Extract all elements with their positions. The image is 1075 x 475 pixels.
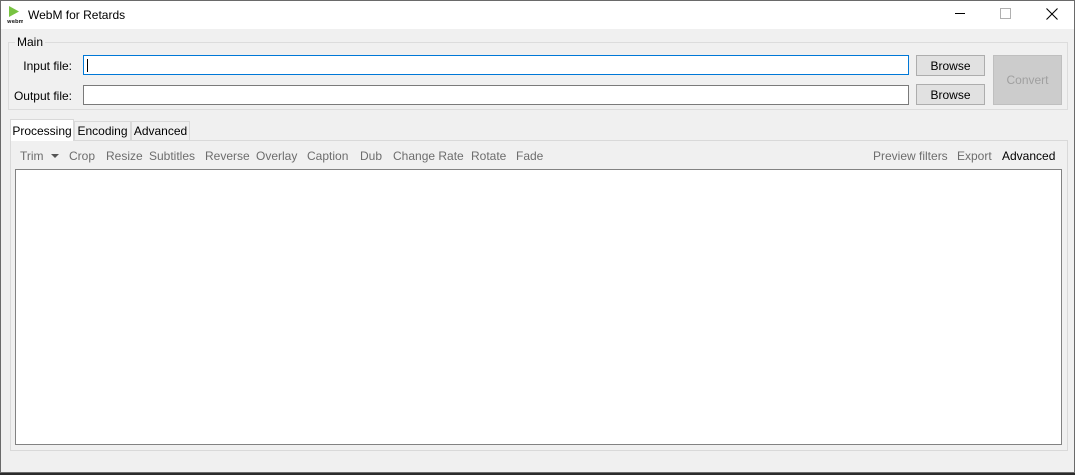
title-bar[interactable]: webm WebM for Retards (1, 1, 1074, 29)
toolbar-crop[interactable]: Crop (69, 149, 95, 163)
input-file-field[interactable] (83, 55, 909, 75)
close-icon (1045, 7, 1058, 23)
window-title: WebM for Retards (28, 8, 126, 22)
tab-encoding[interactable]: Encoding (74, 121, 131, 140)
toolbar-fade[interactable]: Fade (516, 149, 543, 163)
browse-output-button[interactable]: Browse (916, 84, 985, 105)
output-file-field[interactable] (83, 85, 909, 105)
toolbar-overlay[interactable]: Overlay (256, 149, 297, 163)
maximize-icon (1000, 8, 1011, 22)
convert-button[interactable]: Convert (993, 55, 1062, 105)
toolbar-reverse[interactable]: Reverse (205, 149, 250, 163)
tab-processing[interactable]: Processing (10, 119, 74, 141)
toolbar-preview-filters[interactable]: Preview filters (873, 149, 948, 163)
browse-input-button[interactable]: Browse (916, 55, 985, 76)
svg-text:webm: webm (7, 19, 23, 24)
toolbar-rotate[interactable]: Rotate (471, 149, 506, 163)
toolbar-change-rate[interactable]: Change Rate (393, 149, 464, 163)
output-file-label: Output file: (13, 89, 72, 103)
toolbar-caption[interactable]: Caption (307, 149, 348, 163)
toolbar-resize[interactable]: Resize (106, 149, 143, 163)
toolbar-export[interactable]: Export (957, 149, 992, 163)
minimize-icon (955, 8, 966, 22)
close-button[interactable] (1029, 1, 1074, 29)
toolbar-subtitles[interactable]: Subtitles (149, 149, 195, 163)
app-window: webm WebM for Retards Main Input file: O… (0, 0, 1075, 473)
text-caret (87, 59, 88, 72)
tab-advanced[interactable]: Advanced (131, 121, 190, 140)
filter-workarea[interactable] (15, 169, 1062, 445)
webm-play-icon: webm (7, 6, 24, 25)
trim-dropdown-arrow-icon[interactable] (51, 154, 59, 158)
toolbar-trim[interactable]: Trim (20, 149, 44, 163)
input-file-label: Input file: (23, 59, 72, 73)
minimize-button[interactable] (938, 1, 983, 29)
toolbar-dub[interactable]: Dub (360, 149, 382, 163)
main-group-label: Main (15, 35, 46, 49)
toolbar-advanced[interactable]: Advanced (1002, 149, 1055, 163)
maximize-button[interactable] (983, 1, 1028, 29)
